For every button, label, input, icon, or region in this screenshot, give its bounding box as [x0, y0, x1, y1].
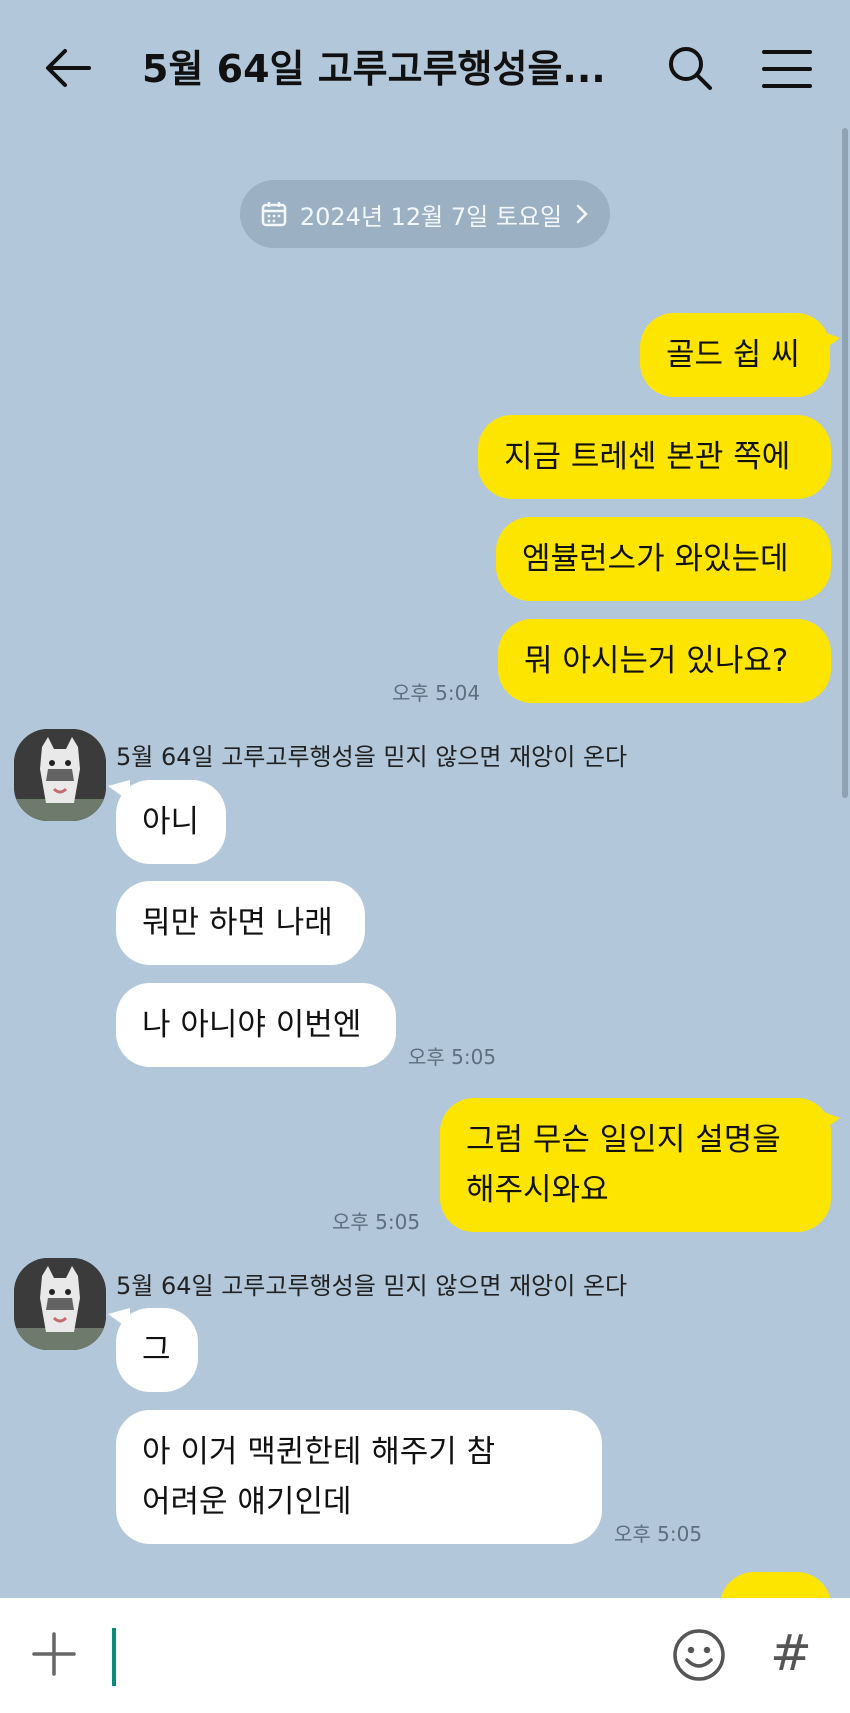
message-line: 해주시와요: [466, 1172, 609, 1208]
message-bubble-mine[interactable]: 지금 트레센 본관 쪽에: [478, 415, 831, 499]
message-time: 오후 5:04: [392, 681, 481, 705]
message-bubble-mine[interactable]: 뭐 아시는거 있나요?: [498, 619, 831, 703]
sender-name: 5월 64일 고루고루행성을 믿지 않으면 재앙이 온다: [116, 743, 628, 771]
chevron-right-icon: [576, 204, 588, 224]
arrow-left-icon: [46, 49, 91, 87]
chat-title: 5월 64일 고루고루행성을...: [142, 47, 606, 91]
message-line: 그럼 무슨 일인지 설명을: [466, 1122, 781, 1158]
message-line: 아 이거 맥퀸한테 해주기 참: [142, 1434, 496, 1470]
message-bubble-mine[interactable]: 골드 쉽 씨: [640, 313, 830, 397]
message-line: 어려운 얘기인데: [142, 1484, 352, 1520]
avatar[interactable]: [14, 1258, 106, 1350]
hamburger-menu-icon: [762, 50, 812, 88]
horse-avatar-icon: [14, 1258, 106, 1350]
message-time: 오후 5:05: [408, 1045, 497, 1069]
message-bubble-other[interactable]: 아 이거 맥퀸한테 해주기 참 어려운 얘기인데: [116, 1410, 602, 1544]
message-bubble-mine[interactable]: 그럼 무슨 일인지 설명을 해주시와요: [440, 1098, 831, 1232]
message-time: 오후 5:05: [614, 1522, 703, 1546]
message-bubble-mine[interactable]: 엠뷸런스가 와있는데: [496, 517, 831, 601]
date-label: 2024년 12월 7일 토요일: [299, 202, 563, 231]
date-divider[interactable]: 2024년 12월 7일 토요일: [240, 180, 610, 248]
attach-button[interactable]: [24, 1624, 84, 1684]
search-icon: [669, 47, 712, 90]
chat-header: 5월 64일 고루고루행성을...: [0, 0, 850, 140]
message-input[interactable]: [110, 1626, 654, 1686]
calendar-icon: [261, 202, 287, 227]
avatar[interactable]: [14, 729, 106, 821]
message-bubble-other[interactable]: 뭐만 하면 나래: [116, 881, 365, 965]
emoji-button[interactable]: [668, 1624, 730, 1686]
message-bubble-other[interactable]: 그: [116, 1308, 198, 1392]
emoji-icon: [673, 1629, 725, 1681]
sender-name: 5월 64일 고루고루행성을 믿지 않으면 재앙이 온다: [116, 1272, 628, 1300]
message-input-bar: #: [0, 1598, 850, 1713]
text-cursor: [112, 1628, 116, 1686]
search-button[interactable]: [662, 40, 720, 98]
message-bubble-other[interactable]: 나 아니야 이번엔: [116, 983, 396, 1067]
hashtag-button[interactable]: #: [760, 1620, 822, 1686]
message-bubble-other[interactable]: 아니: [116, 780, 226, 864]
horse-avatar-icon: [14, 729, 106, 821]
plus-icon: [32, 1632, 76, 1676]
scrollbar[interactable]: [842, 128, 848, 798]
menu-button[interactable]: [758, 40, 816, 98]
back-button[interactable]: [38, 38, 98, 98]
message-time: 오후 5:05: [332, 1210, 421, 1234]
